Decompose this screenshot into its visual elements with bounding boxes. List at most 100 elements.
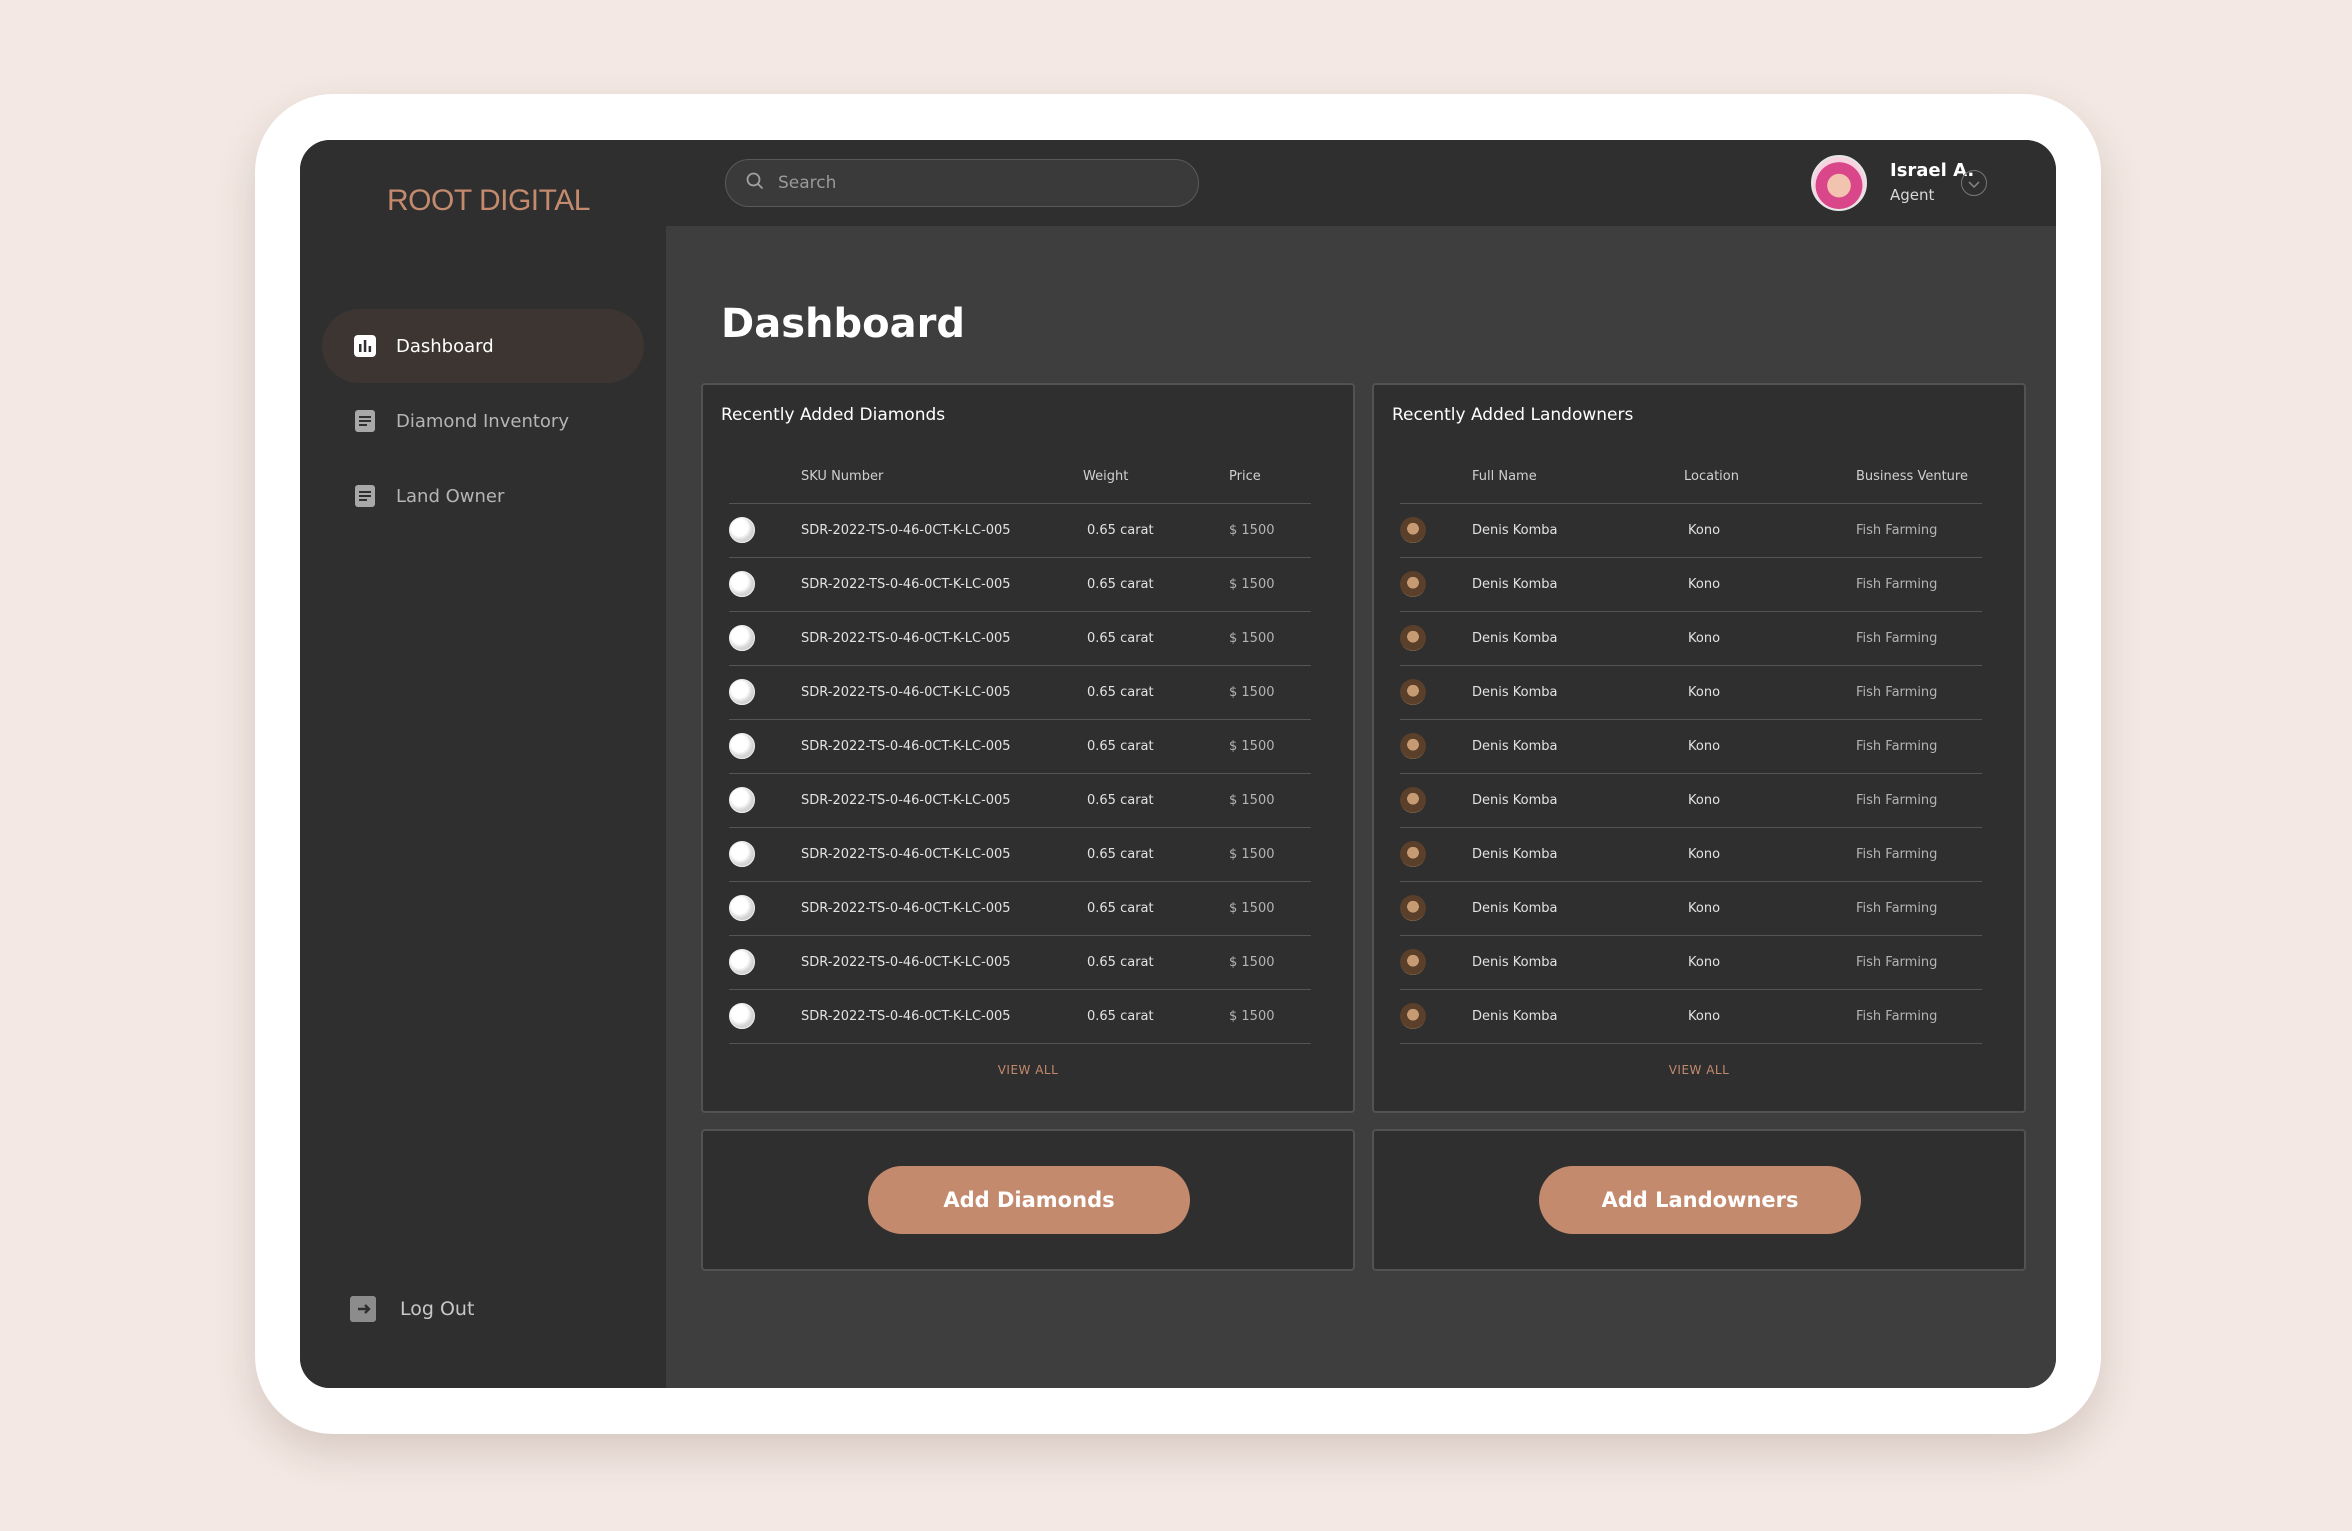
logout-icon [350, 1296, 376, 1322]
table-row[interactable]: SDR-2022-TS-0-46-0CT-K-LC-005 0.65 carat $… [729, 719, 1311, 774]
landowner-avatar [1400, 1003, 1426, 1029]
thumbnail-cell [729, 611, 801, 666]
price-cell: $ 1500 [1229, 557, 1311, 612]
card-title: Recently Added Diamonds [721, 405, 946, 425]
location-cell: Kono [1684, 773, 1856, 828]
venture-cell: Fish Farming [1856, 611, 1982, 666]
add-landowners-button[interactable]: Add Landowners [1539, 1166, 1861, 1234]
table-row[interactable]: SDR-2022-TS-0-46-0CT-K-LC-005 0.65 carat $… [729, 611, 1311, 666]
table-row[interactable]: SDR-2022-TS-0-46-0CT-K-LC-005 0.65 carat $… [729, 665, 1311, 720]
recent-diamonds-card: Recently Added Diamonds SKU Number Weigh… [701, 383, 1355, 1113]
thumbnail-cell [729, 989, 801, 1044]
avatar-cell [1400, 611, 1472, 666]
table-row[interactable]: Denis Komba Kono Fish Farming [1400, 773, 1982, 828]
bar-chart-icon [354, 335, 376, 357]
landowners-table: Full Name Location Business Venture Deni… [1400, 451, 1982, 1044]
weight-cell: 0.65 carat [1083, 827, 1229, 882]
sidebar-item-land-owner[interactable]: Land Owner [322, 459, 644, 533]
table-row[interactable]: Denis Komba Kono Fish Farming [1400, 503, 1982, 558]
diamond-thumbnail [729, 949, 755, 975]
table-row[interactable]: SDR-2022-TS-0-46-0CT-K-LC-005 0.65 carat $… [729, 935, 1311, 990]
venture-cell: Fish Farming [1856, 773, 1982, 828]
add-diamonds-button[interactable]: Add Diamonds [868, 1166, 1190, 1234]
thumbnail-cell [729, 935, 801, 990]
location-cell: Kono [1684, 935, 1856, 990]
price-cell: $ 1500 [1229, 935, 1311, 990]
weight-cell: 0.65 carat [1083, 773, 1229, 828]
landowner-avatar [1400, 841, 1426, 867]
diamond-thumbnail [729, 625, 755, 651]
avatar-cell [1400, 989, 1472, 1044]
landowner-avatar [1400, 787, 1426, 813]
main-content: Dashboard Recently Added Diamonds SKU Nu… [666, 226, 2056, 1388]
sku-cell: SDR-2022-TS-0-46-0CT-K-LC-005 [801, 665, 1083, 720]
sku-cell: SDR-2022-TS-0-46-0CT-K-LC-005 [801, 989, 1083, 1044]
landowner-avatar [1400, 517, 1426, 543]
table-row[interactable]: Denis Komba Kono Fish Farming [1400, 719, 1982, 774]
name-cell: Denis Komba [1472, 773, 1684, 828]
table-row[interactable]: Denis Komba Kono Fish Farming [1400, 989, 1982, 1044]
avatar-cell [1400, 935, 1472, 990]
table-row[interactable]: SDR-2022-TS-0-46-0CT-K-LC-005 0.65 carat $… [729, 503, 1311, 558]
table-row[interactable]: Denis Komba Kono Fish Farming [1400, 881, 1982, 936]
sku-cell: SDR-2022-TS-0-46-0CT-K-LC-005 [801, 719, 1083, 774]
table-row[interactable]: SDR-2022-TS-0-46-0CT-K-LC-005 0.65 carat $… [729, 989, 1311, 1044]
card-title: Recently Added Landowners [1392, 405, 1634, 425]
thumbnail-cell [729, 827, 801, 882]
table-row[interactable]: Denis Komba Kono Fish Farming [1400, 827, 1982, 882]
sidebar-item-diamond-inventory[interactable]: Diamond Inventory [322, 384, 644, 458]
table-row[interactable]: SDR-2022-TS-0-46-0CT-K-LC-005 0.65 carat $… [729, 881, 1311, 936]
landowner-avatar [1400, 949, 1426, 975]
table-row[interactable]: Denis Komba Kono Fish Farming [1400, 611, 1982, 666]
diamond-thumbnail [729, 571, 755, 597]
table-row[interactable]: Denis Komba Kono Fish Farming [1400, 665, 1982, 720]
chevron-down-icon [1968, 174, 1980, 193]
top-bar: Israel A. Agent [666, 140, 2056, 226]
table-row[interactable]: Denis Komba Kono Fish Farming [1400, 557, 1982, 612]
avatar[interactable] [1811, 155, 1867, 211]
user-menu-button[interactable] [1961, 170, 1987, 196]
location-cell: Kono [1684, 881, 1856, 936]
diamond-thumbnail [729, 517, 755, 543]
name-cell: Denis Komba [1472, 719, 1684, 774]
landowner-avatar [1400, 733, 1426, 759]
venture-cell: Fish Farming [1856, 503, 1982, 558]
name-cell: Denis Komba [1472, 557, 1684, 612]
price-cell: $ 1500 [1229, 611, 1311, 666]
table-row[interactable]: Denis Komba Kono Fish Farming [1400, 935, 1982, 990]
view-all-diamonds-link[interactable]: VIEW ALL [703, 1063, 1353, 1077]
weight-cell: 0.65 carat [1083, 935, 1229, 990]
sidebar-item-dashboard[interactable]: Dashboard [322, 309, 644, 383]
page-title: Dashboard [721, 301, 965, 347]
sidebar-item-label: Dashboard [396, 335, 494, 357]
landowner-avatar [1400, 571, 1426, 597]
sku-cell: SDR-2022-TS-0-46-0CT-K-LC-005 [801, 503, 1083, 558]
sidebar: ROOT DIGITAL Dashboard Diamond Inventory… [300, 140, 666, 1388]
sidebar-item-label: Diamond Inventory [396, 410, 569, 432]
thumbnail-cell [729, 881, 801, 936]
sku-cell: SDR-2022-TS-0-46-0CT-K-LC-005 [801, 773, 1083, 828]
app-logo: ROOT DIGITAL [387, 184, 590, 217]
weight-cell: 0.65 carat [1083, 881, 1229, 936]
location-cell: Kono [1684, 719, 1856, 774]
table-row[interactable]: SDR-2022-TS-0-46-0CT-K-LC-005 0.65 carat $… [729, 557, 1311, 612]
logout-button[interactable]: Log Out [350, 1296, 474, 1322]
logout-label: Log Out [400, 1298, 475, 1320]
search-bar[interactable] [725, 159, 1199, 207]
view-all-landowners-link[interactable]: VIEW ALL [1374, 1063, 2024, 1077]
name-cell: Denis Komba [1472, 665, 1684, 720]
sku-cell: SDR-2022-TS-0-46-0CT-K-LC-005 [801, 611, 1083, 666]
avatar-cell [1400, 557, 1472, 612]
venture-cell: Fish Farming [1856, 989, 1982, 1044]
venture-cell: Fish Farming [1856, 935, 1982, 990]
name-cell: Denis Komba [1472, 881, 1684, 936]
weight-cell: 0.65 carat [1083, 557, 1229, 612]
search-input[interactable] [778, 173, 1158, 193]
table-row[interactable]: SDR-2022-TS-0-46-0CT-K-LC-005 0.65 carat $… [729, 827, 1311, 882]
table-row[interactable]: SDR-2022-TS-0-46-0CT-K-LC-005 0.65 carat $… [729, 773, 1311, 828]
column-header: Full Name [1472, 451, 1684, 504]
sku-cell: SDR-2022-TS-0-46-0CT-K-LC-005 [801, 881, 1083, 936]
weight-cell: 0.65 carat [1083, 719, 1229, 774]
name-cell: Denis Komba [1472, 503, 1684, 558]
name-cell: Denis Komba [1472, 611, 1684, 666]
